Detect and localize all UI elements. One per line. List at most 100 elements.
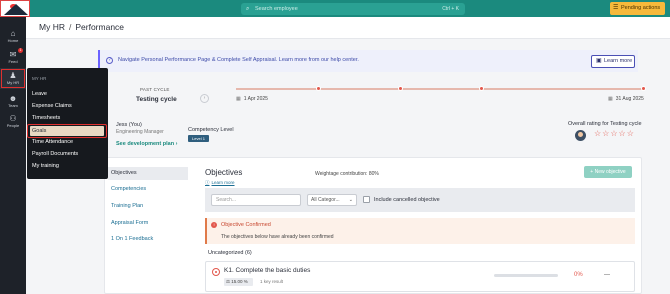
nav-home[interactable]: ⌂ Home — [0, 26, 26, 46]
star-icon: ☆ — [610, 129, 619, 138]
flyout-item-leave[interactable]: Leave — [32, 89, 104, 99]
objective-weight: 15.00 % — [231, 279, 248, 284]
employee-search-input[interactable]: ⌕ Search employee Ctrl + K — [241, 3, 465, 15]
nav-home-label: Home — [7, 38, 19, 43]
star-icon: ☆ — [594, 129, 603, 138]
employee-name: Jess (You) — [116, 122, 142, 128]
include-cancelled-label[interactable]: Include cancelled objective — [374, 197, 440, 203]
team-icon: ☻ — [8, 94, 18, 103]
help-icon: ⓘ — [205, 180, 210, 185]
development-plan-label: See development plan — [116, 141, 175, 147]
breadcrumb-parent[interactable]: My HR — [39, 22, 65, 32]
category-select[interactable]: All Categor... ⌄ — [307, 194, 357, 206]
search-shortcut: Ctrl + K — [442, 6, 459, 12]
overall-rating-label: Overall rating for Testing cycle — [568, 121, 642, 127]
cycle-start-date-text: 1 Apr 2025 — [243, 96, 268, 102]
nav-team-label: Team — [8, 103, 18, 108]
flyout-item-payroll-documents[interactable]: Payroll Documents — [32, 149, 104, 159]
avatar — [575, 130, 586, 141]
cycle-end-date-text: 31 Aug 2025 — [615, 96, 644, 102]
learn-more-button[interactable]: ▣ Learn more — [591, 55, 635, 68]
flyout-item-my-training[interactable]: My training — [32, 161, 104, 171]
calendar-icon: ▦ — [608, 96, 613, 102]
tab-one-on-one-feedback[interactable]: 1 On 1 Feedback — [111, 233, 191, 246]
search-placeholder: Search employee — [255, 6, 298, 12]
development-plan-link[interactable]: See development plan › — [116, 141, 177, 147]
objectives-learn-more-link[interactable]: ⓘ Learn more — [205, 180, 235, 186]
chevron-right-icon: › — [175, 141, 178, 147]
page-title: Performance — [75, 22, 125, 32]
past-cycle-label: PAST CYCLE — [140, 87, 170, 92]
tab-competencies[interactable]: Competencies — [111, 183, 191, 196]
timeline-milestone[interactable] — [316, 86, 321, 91]
list-icon: ☰ — [613, 5, 619, 11]
banner-text: Navigate Personal Performance Page & Com… — [118, 57, 359, 63]
tab-objectives[interactable]: Objectives — [108, 167, 188, 180]
competency-level-label: Competency Level — [188, 127, 234, 133]
category-select-value: All Categor... — [311, 197, 340, 203]
objective-group-header[interactable]: Uncategorized (6) — [208, 250, 252, 256]
left-nav: ⌂ Home 1 ✉ Feed ♟ My HR ☻ Team ⚇ People — [0, 17, 26, 294]
objective-progress-percent: 0% — [574, 272, 583, 278]
star-icon: ☆ — [618, 129, 627, 138]
nav-feed[interactable]: 1 ✉ Feed — [0, 47, 26, 67]
weightage-contribution: Weightage contribution: 80% — [315, 171, 379, 177]
pending-actions-button[interactable]: ☰ Pending actions — [610, 2, 665, 15]
objective-search-input[interactable]: Search... — [211, 194, 301, 206]
cycle-next-button[interactable]: › — [200, 94, 209, 103]
home-icon: ⌂ — [10, 29, 16, 38]
alert-title: Objective Confirmed — [221, 222, 271, 228]
employee-role: Engineering Manager — [116, 129, 164, 135]
flyout-item-time-attendance[interactable]: Time Attendance — [32, 137, 104, 147]
rating-stars: ☆☆☆☆☆ — [594, 129, 635, 138]
nav-people[interactable]: ⚇ People — [0, 111, 26, 131]
timeline-milestone[interactable] — [641, 86, 646, 91]
person-icon: ♟ — [9, 71, 17, 80]
objective-weight-badge: ⚖ 15.00 % — [224, 278, 253, 286]
alert-body: The objectives below have already been c… — [221, 234, 334, 240]
cycle-start-date: ▦ 1 Apr 2025 — [236, 96, 268, 102]
breadcrumb: My HR / Performance — [39, 22, 124, 32]
top-bar: ⌕ Search employee Ctrl + K ☰ Pending act… — [0, 0, 670, 17]
flyout-heading: MY HR — [32, 76, 47, 81]
key-result-count: 1 key result — [260, 279, 284, 284]
calendar-icon: ▦ — [236, 96, 241, 102]
objectives-learn-more-label: Learn more — [211, 180, 235, 185]
objective-actions[interactable]: — — [604, 272, 610, 278]
cycle-timeline — [236, 88, 645, 90]
tab-training-plan[interactable]: Training Plan — [111, 200, 191, 213]
info-banner: ? Navigate Personal Performance Page & C… — [98, 50, 638, 72]
alert-icon: ! — [211, 222, 217, 228]
search-icon: ⌕ — [246, 6, 250, 12]
learn-more-label: Learn more — [604, 58, 633, 64]
chevron-down-icon: ⌄ — [348, 197, 353, 203]
timeline-milestone[interactable] — [479, 86, 484, 91]
new-objective-button[interactable]: + New objective — [584, 166, 632, 178]
pending-actions-label: Pending actions — [621, 5, 661, 11]
breadcrumb-bar: My HR / Performance — [26, 17, 670, 39]
company-logo[interactable] — [0, 0, 30, 17]
star-icon: ☆ — [626, 129, 635, 138]
objective-progress-bar — [494, 274, 558, 277]
feed-notification-badge: 1 — [18, 48, 23, 53]
help-icon: ? — [106, 57, 113, 64]
objective-title[interactable]: K1. Complete the basic duties — [224, 267, 310, 274]
nav-feed-label: Feed — [8, 59, 18, 64]
org-icon: ⚇ — [9, 114, 17, 123]
nav-people-label: People — [6, 123, 20, 128]
objective-card[interactable] — [205, 261, 635, 292]
breadcrumb-separator: / — [68, 22, 72, 32]
flyout-item-timesheets[interactable]: Timesheets — [32, 113, 104, 123]
nav-my-hr-label: My HR — [6, 80, 20, 85]
cycle-name: Testing cycle — [136, 96, 177, 103]
nav-team[interactable]: ☻ Team — [0, 91, 26, 111]
include-cancelled-checkbox[interactable] — [363, 196, 370, 203]
tab-appraisal-form[interactable]: Appraisal Form — [111, 217, 191, 230]
nav-my-hr[interactable]: ♟ My HR — [0, 68, 26, 89]
flyout-item-expense-claims[interactable]: Expense Claims — [32, 101, 104, 111]
objectives-heading: Objectives — [205, 168, 243, 177]
flyout-item-goals[interactable]: Goals — [30, 126, 104, 136]
timeline-milestone[interactable] — [398, 86, 403, 91]
target-icon — [212, 268, 220, 276]
competency-level-badge: Level 1 — [188, 135, 209, 142]
